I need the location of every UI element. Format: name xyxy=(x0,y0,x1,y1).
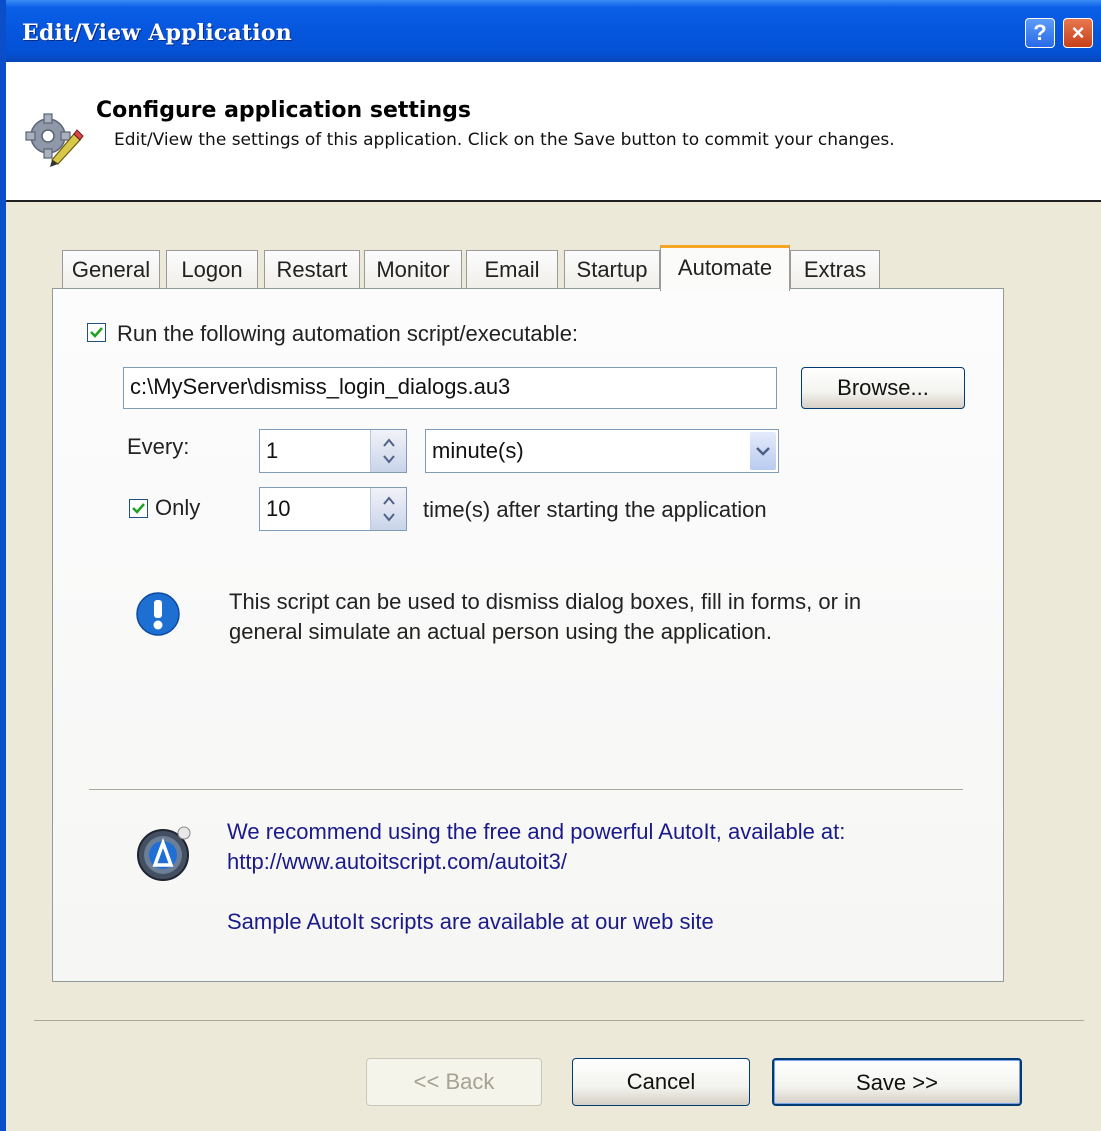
tab-label: Logon xyxy=(181,257,243,282)
interval-unit-select[interactable]: minute(s) xyxy=(425,429,779,473)
gear-pencil-icon xyxy=(25,113,84,167)
tab-automate[interactable]: Automate xyxy=(660,245,790,291)
autoit-logo-icon xyxy=(137,826,191,881)
header-subtitle: Edit/View the settings of this applicati… xyxy=(114,130,895,150)
every-label: Every: xyxy=(127,434,190,459)
save-button[interactable]: Save >> xyxy=(772,1058,1022,1106)
every-value-input[interactable]: 1 xyxy=(259,429,407,473)
script-path-input[interactable]: c:\MyServer\dismiss_login_dialogs.au3 xyxy=(123,367,777,409)
sample-scripts-link[interactable]: Sample AutoIt scripts are available at o… xyxy=(227,909,714,935)
header-banner: Configure application settings Edit/View… xyxy=(6,62,1101,202)
interval-unit-value: minute(s) xyxy=(432,438,524,463)
tab-label: Restart xyxy=(276,257,348,282)
tab-email[interactable]: Email xyxy=(466,250,558,288)
only-count-input[interactable]: 10 xyxy=(259,487,407,531)
window-left-border xyxy=(0,62,6,1131)
info-text-line2: general simulate an actual person using … xyxy=(229,619,773,644)
times-suffix-label: time(s) after starting the application xyxy=(423,497,767,522)
only-checkbox[interactable] xyxy=(129,499,148,518)
spinner-arrows-icon xyxy=(383,496,395,522)
run-script-checkbox[interactable] xyxy=(87,323,106,342)
title-bar: Edit/View Application xyxy=(0,0,1101,62)
footer-divider xyxy=(34,1020,1084,1021)
info-text-line1: This script can be used to dismiss dialo… xyxy=(229,589,862,614)
only-count-text: 10 xyxy=(266,496,291,521)
tab-label: Startup xyxy=(576,257,648,282)
cancel-button[interactable]: Cancel xyxy=(572,1058,750,1106)
every-spinner[interactable] xyxy=(370,430,406,472)
close-button[interactable]: × xyxy=(1063,18,1093,48)
tab-logon[interactable]: Logon xyxy=(166,250,258,288)
every-value-text: 1 xyxy=(266,438,279,463)
header-title: Configure application settings xyxy=(96,98,471,123)
tab-monitor[interactable]: Monitor xyxy=(364,250,462,288)
tab-label: Automate xyxy=(677,255,773,280)
info-icon xyxy=(136,592,180,636)
tab-general[interactable]: General xyxy=(62,250,160,288)
help-button[interactable]: ? xyxy=(1025,18,1055,48)
checkmark-icon xyxy=(90,327,103,338)
chevron-down-icon xyxy=(756,447,770,456)
tab-restart[interactable]: Restart xyxy=(264,250,360,288)
back-button[interactable]: << Back xyxy=(366,1058,542,1106)
run-script-label: Run the following automation script/exec… xyxy=(117,321,579,346)
tab-label: Extras xyxy=(803,257,867,282)
tab-extras[interactable]: Extras xyxy=(790,250,880,288)
dropdown-button[interactable] xyxy=(750,432,776,470)
tab-label: Email xyxy=(484,257,540,282)
automate-tab-panel: Run the following automation script/exec… xyxy=(52,288,1004,982)
panel-divider xyxy=(89,789,963,790)
tab-label: Monitor xyxy=(376,257,450,282)
only-label: Only xyxy=(155,495,201,520)
only-spinner[interactable] xyxy=(370,488,406,530)
autoit-download-link[interactable]: http://www.autoitscript.com/autoit3/ xyxy=(227,849,567,875)
close-icon: × xyxy=(1071,20,1085,45)
spinner-arrows-icon xyxy=(383,438,395,464)
browse-button[interactable]: Browse... xyxy=(801,367,965,409)
checkmark-icon xyxy=(132,503,145,514)
help-icon: ? xyxy=(1033,20,1047,45)
window-title: Edit/View Application xyxy=(22,20,292,46)
tab-startup[interactable]: Startup xyxy=(564,250,660,288)
tab-label: General xyxy=(71,257,151,282)
recommend-text: We recommend using the free and powerful… xyxy=(227,819,846,844)
